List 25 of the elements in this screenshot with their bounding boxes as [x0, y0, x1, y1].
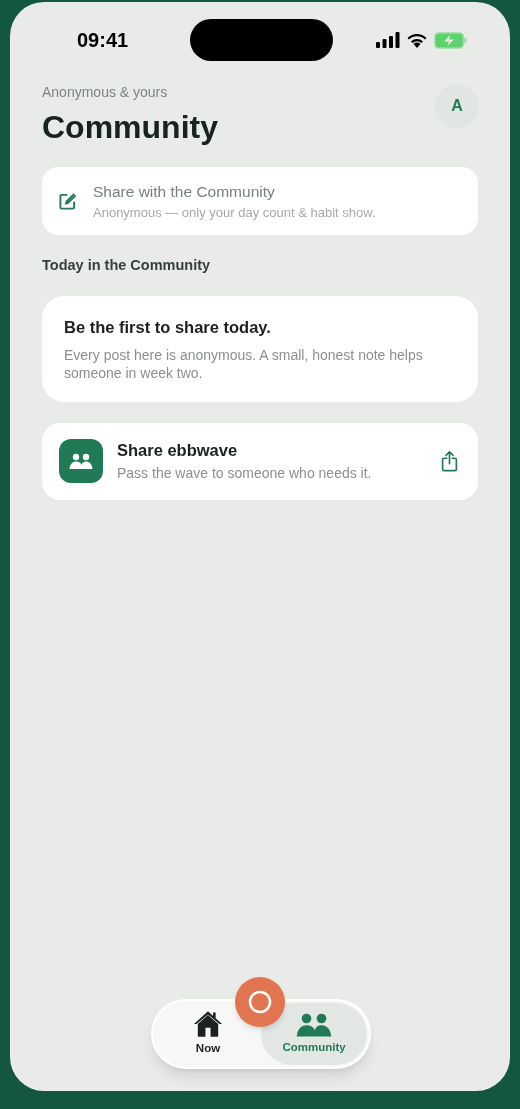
tab[interactable]: Now: [155, 1003, 261, 1065]
empty-state-text: Every post here is anonymous. A small, honest note helps someone in week two.: [64, 346, 424, 383]
compose-icon: [58, 191, 77, 211]
share-composer[interactable]: Share with the Community Anonymous — only your day count & habit show.: [42, 167, 478, 235]
eyebrow-text: Anonymous & yours: [42, 83, 169, 102]
page-title: Community: [42, 108, 218, 147]
section-title: Today in the Community: [42, 256, 212, 275]
wifi-icon: [406, 32, 428, 48]
share-app-card[interactable]: Share ebbwave Pass the wave to someone who needs it.: [42, 422, 478, 500]
empty-state-title: Be the first to share today.: [64, 317, 272, 339]
ring-icon: [248, 990, 272, 1014]
composer-title: Share with the Community: [93, 181, 276, 202]
signal-icon: [376, 32, 400, 48]
avatar-button[interactable]: A: [435, 84, 479, 128]
composer-subtitle: Anonymous — only your day count & habit show.: [93, 203, 376, 222]
battery-icon: [434, 31, 468, 49]
share-app-title: Share ebbwave: [117, 440, 239, 462]
people-icon: [296, 1011, 332, 1037]
share-app-subtitle: Pass the wave to someone who needs it.: [117, 464, 373, 484]
share-icon: [441, 450, 458, 473]
people-icon: [69, 453, 93, 470]
house-icon: [192, 1010, 224, 1039]
status-time: 09:41: [77, 28, 130, 53]
record-button[interactable]: [235, 977, 285, 1027]
tab[interactable]: Community: [261, 1003, 367, 1065]
